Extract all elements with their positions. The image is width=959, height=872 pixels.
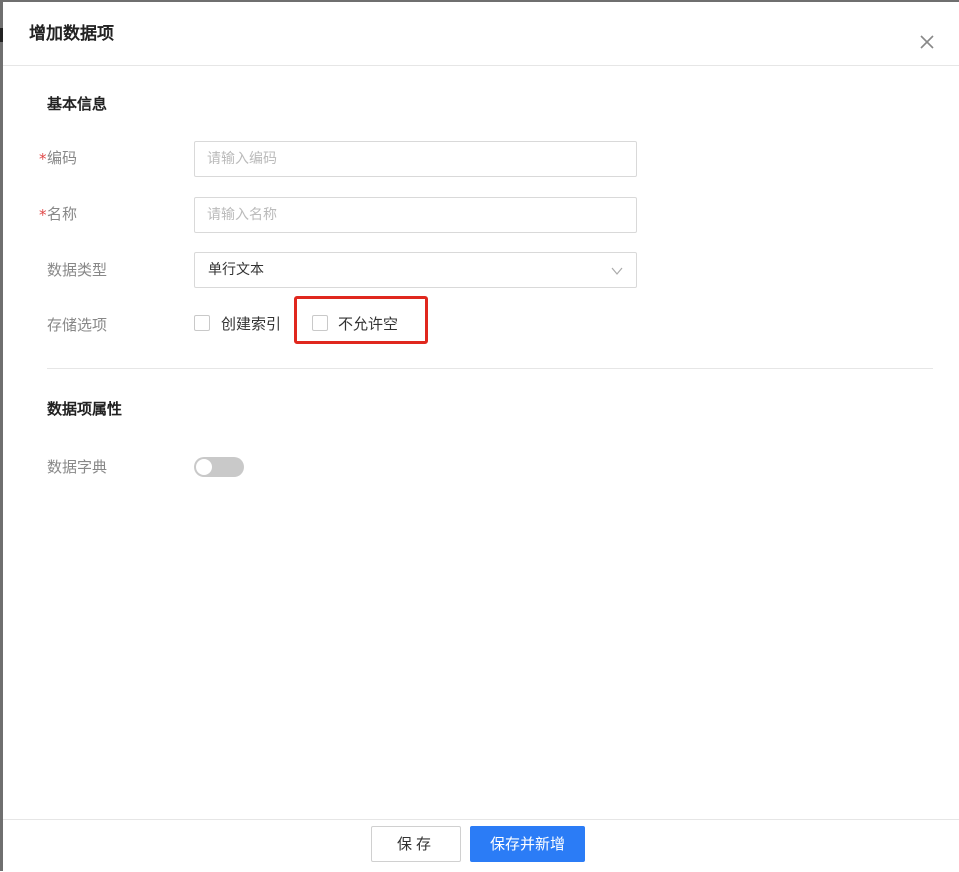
- dialog-title: 增加数据项: [29, 24, 114, 44]
- name-input[interactable]: [194, 197, 637, 233]
- add-data-item-dialog: 增加数据项 基本信息 * 编码 * 名称 数据类型 单行文本 存储选项 创建索引…: [3, 2, 959, 871]
- storage-options-label: 存储选项: [47, 316, 108, 334]
- section-title-basic: 基本信息: [47, 95, 108, 113]
- code-label: 编码: [47, 149, 78, 167]
- required-mark-code: *: [39, 150, 47, 168]
- dictionary-label: 数据字典: [47, 458, 108, 476]
- toggle-knob: [196, 459, 212, 475]
- dialog-header: 增加数据项: [3, 2, 959, 66]
- create-index-checkbox[interactable]: [194, 315, 210, 331]
- dictionary-toggle[interactable]: [194, 457, 244, 477]
- code-input[interactable]: [194, 141, 637, 177]
- not-null-label[interactable]: 不允许空: [338, 314, 398, 334]
- close-icon: [920, 35, 934, 49]
- not-null-checkbox[interactable]: [312, 315, 328, 331]
- save-and-new-button[interactable]: 保存并新增: [470, 826, 585, 862]
- section-divider: [47, 368, 933, 369]
- save-button[interactable]: 保存: [371, 826, 461, 862]
- required-mark-name: *: [39, 206, 47, 224]
- close-button[interactable]: [915, 30, 939, 54]
- data-type-selected-value: 单行文本: [208, 262, 264, 278]
- chevron-down-icon: [611, 267, 623, 275]
- create-index-label[interactable]: 创建索引: [221, 314, 281, 334]
- section-title-properties: 数据项属性: [47, 400, 123, 418]
- name-label: 名称: [47, 205, 78, 223]
- data-type-select[interactable]: 单行文本: [194, 252, 637, 288]
- data-type-label: 数据类型: [47, 261, 108, 279]
